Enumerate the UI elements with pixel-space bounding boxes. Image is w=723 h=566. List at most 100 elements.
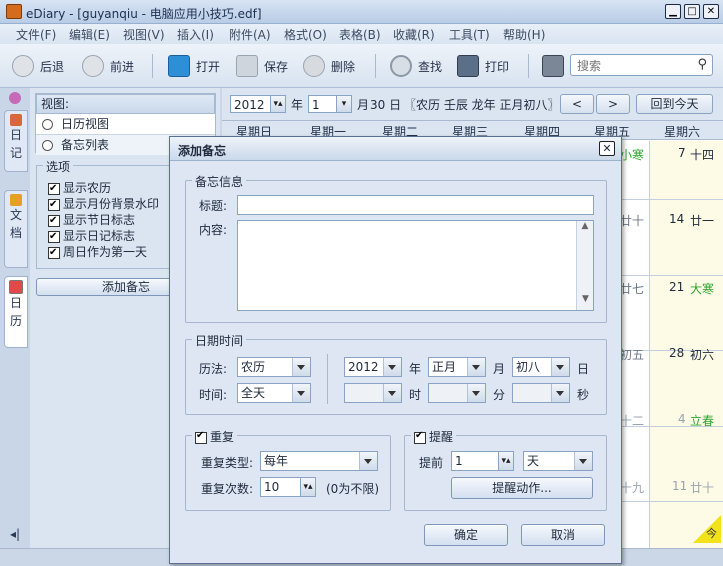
open-icon: [168, 55, 190, 77]
magnifier-icon: [390, 55, 412, 77]
dropdown-arrow-icon[interactable]: [383, 384, 401, 402]
menu-edit[interactable]: 编辑(E): [69, 26, 110, 43]
calendar-cell-fri[interactable]: 十二: [620, 412, 644, 429]
maximize-button[interactable]: □: [684, 4, 700, 19]
menu-help[interactable]: 帮助(H): [503, 26, 545, 43]
tab-calendar[interactable]: 日历: [4, 276, 28, 348]
scroll-down-icon[interactable]: ▼: [577, 294, 594, 310]
dialog-close-button[interactable]: ✕: [599, 141, 615, 156]
dropdown-arrow-icon[interactable]: ▾: [336, 96, 351, 112]
calendar-cell-fri[interactable]: 廿七: [620, 280, 644, 297]
calendar-cell-sat-day[interactable]: 7: [678, 146, 686, 160]
month-select[interactable]: 正月: [428, 357, 486, 377]
memo-title-input[interactable]: [237, 195, 594, 215]
dropdown-arrow-icon[interactable]: [467, 358, 485, 376]
menu-favorites[interactable]: 收藏(R): [393, 26, 435, 43]
dropdown-arrow-icon[interactable]: [574, 452, 592, 470]
search-icon[interactable]: ⚲: [697, 57, 707, 72]
advance-unit-select[interactable]: 天: [523, 451, 593, 471]
option-sunday-first[interactable]: 周日作为第一天: [48, 244, 159, 261]
day-select[interactable]: 初八: [512, 357, 570, 377]
today-corner-label: 今: [706, 527, 717, 540]
calendar-cell-sat-day[interactable]: 28: [669, 346, 684, 360]
advance-spinner[interactable]: 1 ▾▴: [451, 451, 514, 471]
prev-month-button[interactable]: <: [560, 94, 594, 114]
window-title: eDiary - [guyanqiu - 电脑应用小技巧.edf]: [26, 7, 262, 21]
search-box[interactable]: ⚲: [570, 54, 713, 76]
documents-icon: [10, 194, 22, 206]
today-button[interactable]: 回到今天: [636, 94, 713, 114]
repeat-checkbox[interactable]: 重复: [192, 428, 238, 445]
view-item-calendar[interactable]: 日历视图: [36, 114, 215, 135]
spinner-arrows-icon[interactable]: ▾▴: [270, 96, 285, 112]
year-select[interactable]: 2012: [344, 357, 402, 377]
minimize-button[interactable]: ▁: [665, 4, 681, 19]
next-month-button[interactable]: >: [596, 94, 630, 114]
calendar-cell-sat-day[interactable]: 4: [678, 412, 686, 426]
option-show-month-watermark[interactable]: 显示月份背景水印: [48, 196, 159, 213]
menu-table[interactable]: 表格(B): [339, 26, 381, 43]
close-button[interactable]: ✕: [703, 4, 719, 19]
ok-button[interactable]: 确定: [424, 524, 508, 546]
year-spinner[interactable]: 2012 ▾▴: [230, 95, 286, 113]
search-input[interactable]: [575, 56, 689, 76]
dropdown-arrow-icon[interactable]: [292, 384, 310, 402]
delete-button[interactable]: 删除: [303, 54, 355, 78]
tab-documents[interactable]: 文档: [4, 190, 28, 268]
menu-attachment[interactable]: 附件(A): [229, 26, 271, 43]
toolbar-separator: [152, 54, 153, 78]
open-button[interactable]: 打开: [168, 54, 220, 78]
option-show-holiday[interactable]: 显示节日标志: [48, 212, 159, 229]
dropdown-arrow-icon[interactable]: [383, 358, 401, 376]
dropdown-arrow-icon[interactable]: [292, 358, 310, 376]
printer-icon: [457, 55, 479, 77]
option-show-diary-mark[interactable]: 显示日记标志: [48, 228, 159, 245]
dropdown-arrow-icon[interactable]: [551, 384, 569, 402]
time-select[interactable]: 全天: [237, 383, 311, 403]
scrollbar[interactable]: ▲ ▼: [576, 221, 593, 310]
second-select[interactable]: [512, 383, 570, 403]
toolbar-separator: [528, 54, 529, 78]
menu-tools[interactable]: 工具(T): [449, 26, 490, 43]
menu-format[interactable]: 格式(O): [284, 26, 327, 43]
dropdown-arrow-icon[interactable]: [551, 358, 569, 376]
calendar-cell-fri[interactable]: 廿十: [620, 212, 644, 229]
calendar-cell-fri[interactable]: 初五: [620, 346, 644, 363]
spinner-arrows-icon[interactable]: ▾▴: [498, 452, 513, 470]
menu-view[interactable]: 视图(V): [123, 26, 165, 43]
calendar-cell-sat-day[interactable]: 21: [669, 280, 684, 294]
tab-diary[interactable]: 日记: [4, 110, 28, 172]
remind-checkbox[interactable]: 提醒: [411, 428, 457, 445]
tools-button[interactable]: [542, 54, 564, 78]
menu-file[interactable]: 文件(F): [16, 26, 56, 43]
calendar-cell-sat-lunar: 初六: [690, 348, 715, 362]
calendar-cell-sat-lunar: 廿十: [690, 481, 715, 495]
repeat-type-select[interactable]: 每年: [260, 451, 378, 471]
back-button[interactable]: 后退: [12, 54, 64, 78]
calendar-cell-sat-day[interactable]: 14: [669, 212, 684, 226]
memo-content-textarea[interactable]: ▲ ▼: [237, 220, 594, 311]
repeat-count-spinner[interactable]: 10 ▾▴: [260, 477, 316, 497]
remind-action-button[interactable]: 提醒动作...: [451, 477, 593, 499]
month-select[interactable]: 1 ▾: [308, 95, 352, 113]
find-button[interactable]: 查找: [390, 54, 442, 78]
menu-insert[interactable]: 插入(I): [177, 26, 214, 43]
scroll-up-icon[interactable]: ▲: [577, 221, 593, 237]
calendar-cell-sat-lunar: 大寒: [690, 282, 715, 296]
calendar-type-select[interactable]: 农历: [237, 357, 311, 377]
forward-button[interactable]: 前进: [82, 54, 134, 78]
vertical-divider: [327, 354, 328, 404]
collapse-panel-icon[interactable]: ◂|: [10, 527, 20, 541]
minute-select[interactable]: [428, 383, 486, 403]
dropdown-arrow-icon[interactable]: [467, 384, 485, 402]
cancel-button[interactable]: 取消: [521, 524, 605, 546]
calendar-cell-sat-day[interactable]: 11: [672, 479, 687, 493]
hour-select[interactable]: [344, 383, 402, 403]
calendar-cell-fri[interactable]: 小寒: [620, 146, 644, 163]
dropdown-arrow-icon[interactable]: [359, 452, 377, 470]
spinner-arrows-icon[interactable]: ▾▴: [300, 478, 315, 496]
calendar-cell-fri[interactable]: 十九: [620, 479, 644, 496]
option-show-lunar[interactable]: 显示农历: [48, 180, 159, 197]
save-button[interactable]: 保存: [236, 54, 288, 78]
print-button[interactable]: 打印: [457, 54, 509, 78]
